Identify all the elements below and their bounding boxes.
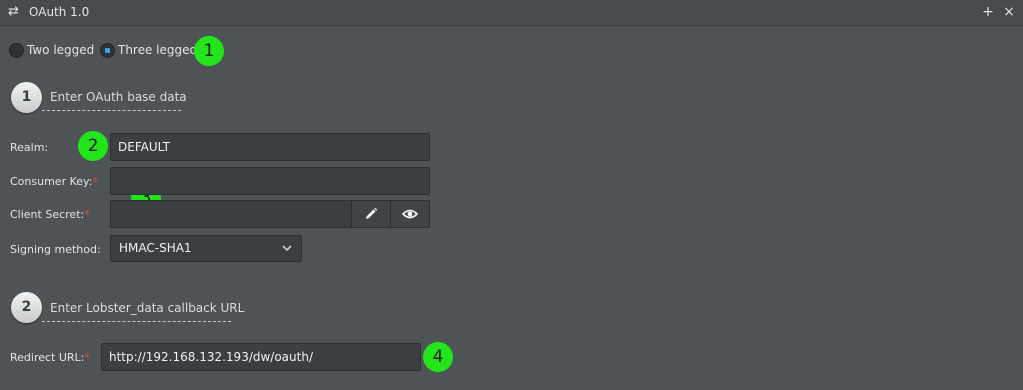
close-icon[interactable]: ×: [1000, 2, 1018, 22]
annotation-marker-4: 4: [423, 342, 453, 372]
consumer-key-label: Consumer Key:*: [10, 175, 98, 188]
step-1-underline: [42, 110, 181, 111]
radio-three-legged[interactable]: [100, 43, 115, 58]
realm-label: Realm:: [10, 141, 49, 154]
chevron-down-icon: [282, 245, 292, 252]
eye-icon: [401, 209, 419, 219]
redirect-url-label: Redirect URL:*: [10, 351, 90, 364]
required-asterisk: *: [84, 208, 90, 221]
step-2-number: 2: [11, 292, 42, 323]
realm-input[interactable]: DEFAULT: [110, 133, 430, 161]
pencil-icon: [366, 207, 378, 219]
annotation-marker-2: 2: [78, 131, 108, 161]
signing-method-label: Signing method:: [10, 243, 101, 256]
radio-label-two-legged[interactable]: Two legged: [27, 43, 94, 57]
show-secret-button[interactable]: [390, 200, 430, 228]
radio-label-three-legged[interactable]: Three legged: [118, 43, 197, 57]
redirect-url-input[interactable]: http://192.168.132.193/dw/oauth/: [101, 343, 421, 371]
annotation-marker-1: 1: [194, 36, 224, 66]
signing-method-select[interactable]: HMAC-SHA1: [110, 235, 302, 262]
window-titlebar: ⇄ OAuth 1.0 + ×: [0, 0, 1023, 26]
step-1-title: Enter OAuth base data: [50, 90, 187, 104]
client-secret-input[interactable]: [110, 200, 352, 228]
step-2-underline: [42, 321, 231, 322]
swap-arrows-icon: ⇄: [8, 4, 19, 19]
consumer-key-input[interactable]: [110, 167, 430, 195]
step-2-title: Enter Lobster_data callback URL: [50, 301, 245, 315]
window-title: OAuth 1.0: [29, 5, 90, 19]
step-1-number: 1: [11, 82, 42, 113]
radio-two-legged[interactable]: [9, 43, 24, 58]
required-asterisk: *: [84, 351, 90, 364]
client-secret-label: Client Secret:*: [10, 208, 90, 221]
required-asterisk: *: [92, 175, 98, 188]
edit-secret-button[interactable]: [351, 200, 391, 228]
signing-method-value: HMAC-SHA1: [119, 241, 192, 255]
add-icon[interactable]: +: [979, 2, 997, 22]
